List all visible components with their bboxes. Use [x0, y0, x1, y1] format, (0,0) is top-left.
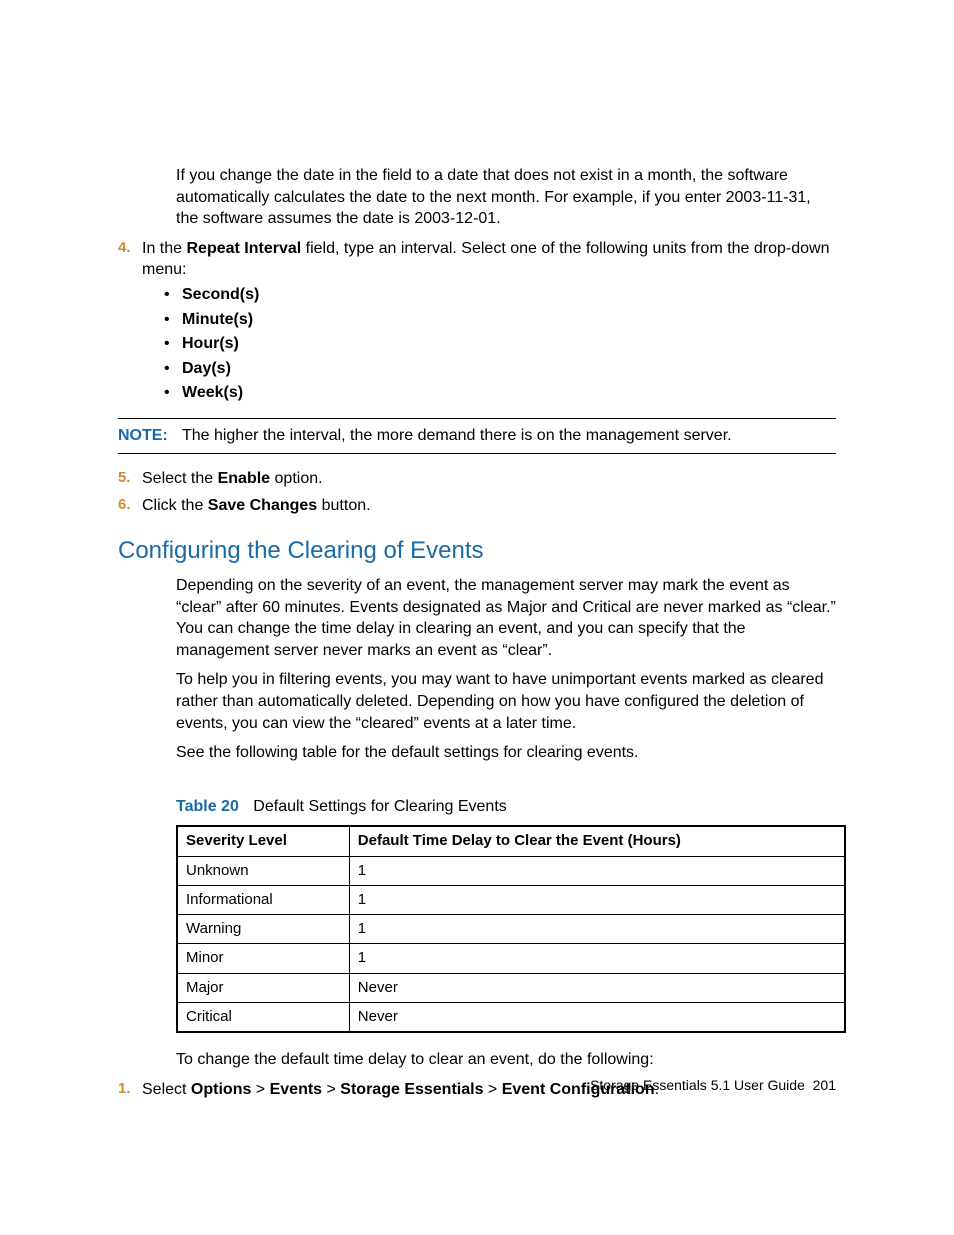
section-p1: Depending on the severity of an event, t… — [176, 575, 836, 661]
section-p3: See the following table for the default … — [176, 742, 836, 764]
intro-paragraph: If you change the date in the field to a… — [176, 165, 836, 230]
step-6-number: 6. — [118, 495, 131, 515]
note-text: The higher the interval, the more demand… — [182, 427, 732, 444]
table-caption: Table 20 Default Settings for Clearing E… — [176, 796, 836, 818]
step-1b-number: 1. — [118, 1079, 131, 1099]
unit-minutes: Minute(s) — [164, 309, 836, 331]
unit-hours: Hour(s) — [164, 333, 836, 355]
step-4: 4. In the Repeat Interval field, type an… — [118, 238, 836, 404]
section-heading: Configuring the Clearing of Events — [118, 535, 836, 567]
note-rule-bottom — [118, 453, 836, 454]
table-row: Unknown1 — [177, 856, 845, 885]
note-label: NOTE: — [118, 427, 168, 444]
table-row: Warning1 — [177, 915, 845, 944]
page-footer: Storage Essentials 5.1 User Guide 201 — [590, 1076, 836, 1095]
table-row: Informational1 — [177, 885, 845, 914]
table-row: MajorNever — [177, 973, 845, 1002]
col-severity: Severity Level — [177, 826, 349, 856]
step-5: 5. Select the Enable option. — [118, 468, 836, 490]
step-4-text: In the Repeat Interval field, type an in… — [142, 240, 830, 279]
section-p2: To help you in filtering events, you may… — [176, 669, 836, 734]
col-delay: Default Time Delay to Clear the Event (H… — [349, 826, 845, 856]
unit-weeks: Week(s) — [164, 382, 836, 404]
step-6: 6. Click the Save Changes button. — [118, 495, 836, 517]
step-1b-text: Select Options > Events > Storage Essent… — [142, 1081, 659, 1098]
table-row: Minor1 — [177, 944, 845, 973]
step-4-number: 4. — [118, 238, 131, 258]
note-block: NOTE: The higher the interval, the more … — [118, 418, 836, 454]
table-row: CriticalNever — [177, 1002, 845, 1032]
section-p4: To change the default time delay to clea… — [176, 1049, 836, 1071]
unit-days: Day(s) — [164, 358, 836, 380]
clearing-events-table: Severity Level Default Time Delay to Cle… — [176, 825, 846, 1033]
step-5-number: 5. — [118, 468, 131, 488]
unit-seconds: Second(s) — [164, 284, 836, 306]
